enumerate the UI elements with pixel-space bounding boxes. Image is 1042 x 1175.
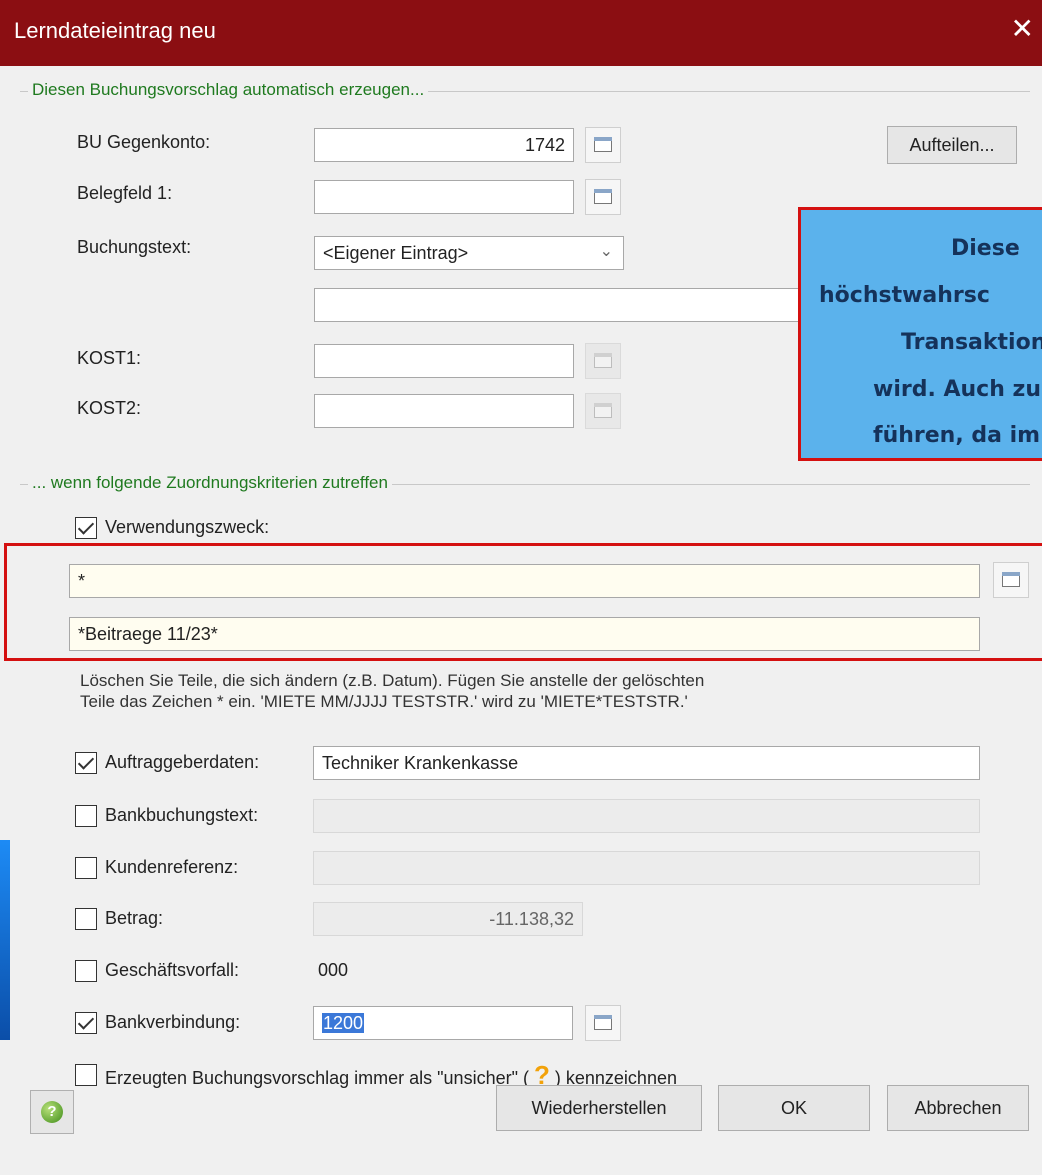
title-bar: Lerndateieintrag neu ✕: [0, 0, 1042, 66]
kost2-lookup-button[interactable]: [585, 393, 621, 429]
buchungstext-free-input[interactable]: [314, 288, 814, 322]
bankbuchungstext-input[interactable]: [313, 799, 980, 833]
bu-gegenkonto-label: BU Gegenkonto:: [77, 132, 211, 152]
help-icon: ?: [41, 1101, 63, 1123]
bankverbindung-selected-text: 1200: [322, 1013, 365, 1033]
buchungstext-select[interactable]: <Eigener Eintrag> ⌄: [314, 236, 624, 270]
buchungstext-label: Buchungstext:: [77, 237, 192, 257]
geschaeftsvorfall-value: 000: [318, 960, 349, 980]
wildcard-hint-line1: Löschen Sie Teile, die sich ändern (z.B.…: [80, 671, 705, 690]
betrag-input[interactable]: -11.138,32: [313, 902, 583, 936]
geschaeftsvorfall-label: Geschäftsvorfall:: [105, 960, 240, 980]
callout-line-5: führen, da im: [873, 423, 1041, 448]
abbrechen-button[interactable]: Abbrechen: [887, 1085, 1029, 1131]
kundenreferenz-label: Kundenreferenz:: [105, 857, 239, 877]
calendar-icon: [594, 1015, 612, 1030]
desktop-edge-accent: [0, 840, 10, 1040]
kost1-lookup-button[interactable]: [585, 343, 621, 379]
kost2-input[interactable]: [314, 394, 574, 428]
ok-button[interactable]: OK: [718, 1085, 870, 1131]
wildcard-hint-line2: Teile das Zeichen * ein. 'MIETE MM/JJJJ …: [80, 692, 688, 711]
belegfeld1-lookup-button[interactable]: [585, 179, 621, 215]
callout-line-2: höchstwahrsc: [819, 283, 990, 308]
bankverbindung-input[interactable]: 1200: [313, 1006, 573, 1040]
geschaeftsvorfall-checkbox[interactable]: [75, 960, 97, 982]
kost1-label: KOST1:: [77, 348, 142, 368]
callout-line-4: wird. Auch zu: [873, 377, 1041, 402]
verwendungszweck-label: Verwendungszweck:: [105, 517, 270, 537]
belegfeld1-input[interactable]: [314, 180, 574, 214]
bankverbindung-lookup-button[interactable]: [585, 1005, 621, 1041]
bankverbindung-label: Bankverbindung:: [105, 1012, 241, 1032]
section-criteria-legend: ... wenn folgende Zuordnungskriterien zu…: [28, 473, 392, 493]
bankbuchungstext-label: Bankbuchungstext:: [105, 805, 259, 825]
calendar-icon: [594, 353, 612, 368]
section-generate-legend: Diesen Buchungsvorschlag automatisch erz…: [28, 80, 429, 100]
kost1-input[interactable]: [314, 344, 574, 378]
calendar-icon: [594, 403, 612, 418]
callout-line-1: Diese: [951, 236, 1020, 261]
kost2-label: KOST2:: [77, 398, 142, 418]
kundenreferenz-input[interactable]: [313, 851, 980, 885]
calendar-icon: [594, 137, 612, 152]
wiederherstellen-button[interactable]: Wiederherstellen: [496, 1085, 702, 1131]
annotation-highlight-box: [4, 543, 1042, 661]
chevron-down-icon: ⌄: [599, 243, 613, 260]
aufteilen-button[interactable]: Aufteilen...: [887, 126, 1017, 164]
unsicher-label-before: Erzeugten Buchungsvorschlag immer als "u…: [105, 1068, 529, 1088]
belegfeld1-label: Belegfeld 1:: [77, 183, 173, 203]
callout-line-3: Transaktion: [901, 330, 1042, 355]
bu-gegenkonto-lookup-button[interactable]: [585, 127, 621, 163]
annotation-callout: Diese höchstwahrsc Transaktion wird. Auc…: [798, 207, 1042, 461]
wildcard-hint: Löschen Sie Teile, die sich ändern (z.B.…: [80, 670, 704, 712]
auftraggeberdaten-checkbox[interactable]: [75, 752, 97, 774]
bu-gegenkonto-input[interactable]: 1742: [314, 128, 574, 162]
window-title: Lerndateieintrag neu: [14, 18, 216, 43]
unsicher-checkbox[interactable]: [75, 1064, 97, 1086]
verwendungszweck-checkbox[interactable]: [75, 517, 97, 539]
buchungstext-selected: <Eigener Eintrag>: [323, 243, 469, 263]
help-button[interactable]: ?: [30, 1090, 74, 1134]
close-icon[interactable]: ✕: [1011, 12, 1034, 45]
bankverbindung-checkbox[interactable]: [75, 1012, 97, 1034]
auftraggeberdaten-label: Auftraggeberdaten:: [105, 752, 260, 772]
bankbuchungstext-checkbox[interactable]: [75, 805, 97, 827]
calendar-icon: [594, 189, 612, 204]
kundenreferenz-checkbox[interactable]: [75, 857, 97, 879]
betrag-label: Betrag:: [105, 908, 164, 928]
auftraggeberdaten-input[interactable]: Techniker Krankenkasse: [313, 746, 980, 780]
betrag-checkbox[interactable]: [75, 908, 97, 930]
